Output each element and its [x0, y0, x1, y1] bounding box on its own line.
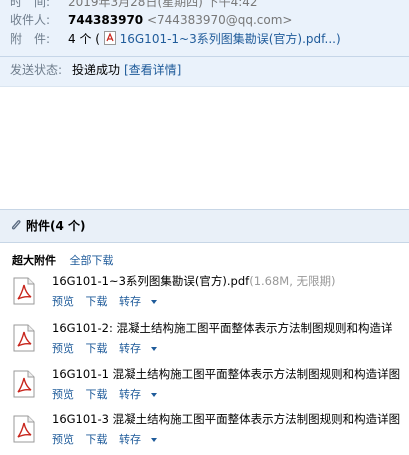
attachment-first-link[interactable]: 16G101-1~3系列图集勘误(官方).pdf...)	[120, 32, 341, 46]
time-value: 2019年3月28日(星期四) 下午4:42	[68, 0, 258, 9]
download-link[interactable]: 下载	[86, 295, 108, 308]
attachments-subheader: 超大附件 全部下载	[12, 252, 114, 268]
preview-link[interactable]: 预览	[52, 388, 74, 401]
attachment-actions: 预览 下载 转存	[52, 431, 165, 447]
download-link[interactable]: 下载	[86, 388, 108, 401]
pdf-icon	[103, 31, 116, 45]
recipient-row: 收件人: 744383970 <744383970@qq.com>	[10, 11, 292, 29]
preview-link[interactable]: 预览	[52, 295, 74, 308]
attachment-actions: 预览 下载 转存	[52, 386, 165, 402]
attachment-actions: 预览 下载 转存	[52, 293, 165, 309]
time-row: 时 间: 2019年3月28日(星期四) 下午4:42	[10, 0, 258, 11]
status-detail-link[interactable]: [查看详情]	[124, 61, 181, 78]
attachment-name[interactable]: 16G101-3 混凝土结构施工图平面整体表示方法制图规则和构造详图	[52, 411, 400, 427]
delivery-status: 发送状态: 投递成功 [查看详情]	[0, 56, 409, 85]
attachments-bar: 附件(4 个)	[0, 209, 409, 243]
mail-header: 时 间: 2019年3月28日(星期四) 下午4:42 收件人: 744383970…	[0, 0, 409, 86]
pdf-file-icon	[13, 370, 35, 398]
preview-link[interactable]: 预览	[52, 342, 74, 355]
attachment-actions: 预览 下载 转存	[52, 340, 165, 356]
forward-link[interactable]: 转存	[119, 388, 157, 401]
recipient-label: 收件人:	[10, 13, 51, 27]
attachment-row: 附 件: 4 个 ( 16G101-1~3系列图集勘误(官方).pdf...)	[10, 30, 341, 48]
attachment-label: 附 件:	[10, 32, 51, 46]
attachment-item: 16G101-3 混凝土结构施工图平面整体表示方法制图规则和构造详图 预览 下载…	[0, 411, 409, 455]
attachment-item: 16G101-2: 混凝土结构施工图平面整体表示方法制图规则和构造详 预览 下载…	[0, 320, 409, 364]
attachment-name[interactable]: 16G101-1~3系列图集勘误(官方).pdf(1.68M, 无限期)	[52, 273, 336, 289]
pdf-file-icon	[13, 415, 35, 443]
pdf-file-icon	[13, 277, 35, 305]
forward-link[interactable]: 转存	[119, 433, 157, 446]
attachment-name[interactable]: 16G101-1 混凝土结构施工图平面整体表示方法制图规则和构造详图	[52, 366, 400, 382]
chevron-down-icon	[151, 347, 157, 351]
attachments-title: 附件(4 个)	[26, 219, 86, 233]
status-label: 发送状态:	[10, 63, 63, 77]
attachment-count: 4 个 (	[68, 32, 100, 46]
preview-link[interactable]: 预览	[52, 433, 74, 446]
download-all-link[interactable]: 全部下载	[70, 254, 114, 267]
attachment-item: 16G101-1 混凝土结构施工图平面整体表示方法制图规则和构造详图 预览 下载…	[0, 366, 409, 410]
download-link[interactable]: 下载	[86, 433, 108, 446]
attachment-item: 16G101-1~3系列图集勘误(官方).pdf(1.68M, 无限期) 预览 …	[0, 273, 409, 317]
recipient-name[interactable]: 744383970	[68, 13, 143, 27]
large-attachment-label: 超大附件	[12, 254, 56, 267]
forward-link[interactable]: 转存	[119, 295, 157, 308]
paperclip-icon	[11, 220, 21, 230]
attachment-name[interactable]: 16G101-2: 混凝土结构施工图平面整体表示方法制图规则和构造详	[52, 320, 393, 336]
pdf-file-icon	[13, 324, 35, 352]
recipient-email: <744383970@qq.com>	[146, 13, 293, 27]
status-value: 投递成功	[72, 63, 121, 77]
chevron-down-icon	[151, 393, 157, 397]
chevron-down-icon	[151, 300, 157, 304]
mail-body	[0, 86, 409, 209]
forward-link[interactable]: 转存	[119, 342, 157, 355]
attachment-size: (1.68M, 无限期)	[249, 274, 336, 288]
download-link[interactable]: 下载	[86, 342, 108, 355]
chevron-down-icon	[151, 438, 157, 442]
time-label: 时 间:	[10, 0, 51, 9]
